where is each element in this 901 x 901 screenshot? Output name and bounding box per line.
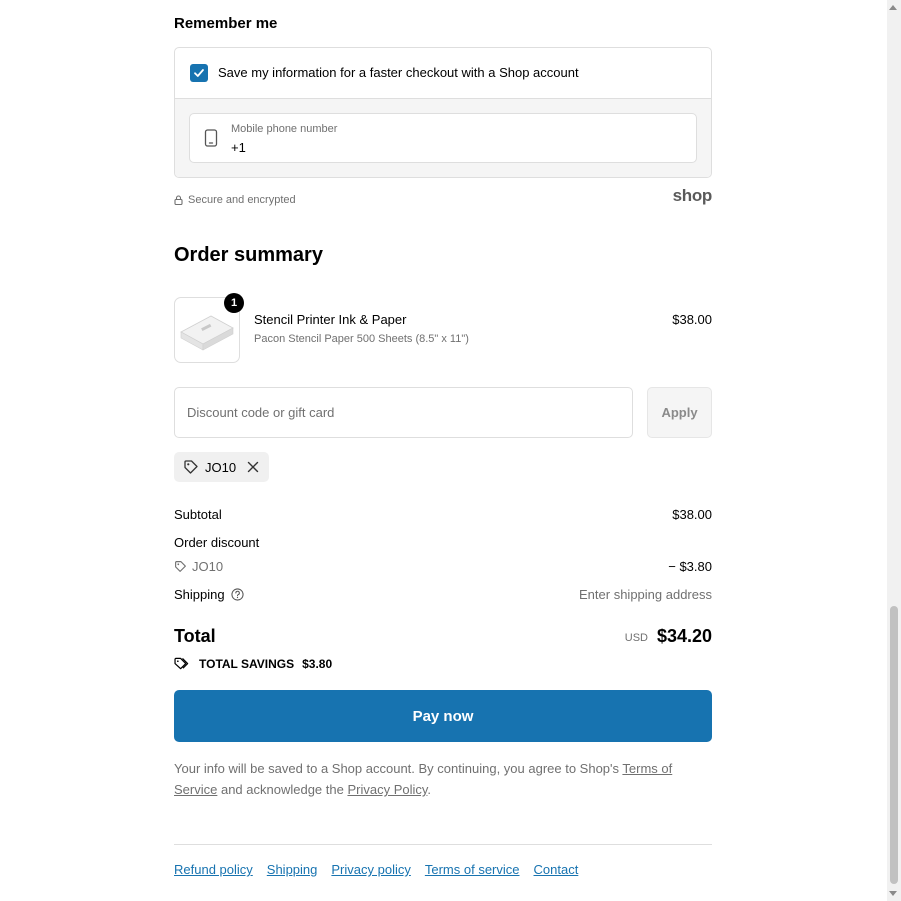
footer-links: Refund policy Shipping Privacy policy Te…: [174, 862, 578, 877]
mobile-phone-input[interactable]: +1: [231, 140, 246, 155]
shop-logo: shop: [672, 186, 713, 205]
legal-middle: and acknowledge the: [217, 782, 348, 797]
scroll-down-arrow-icon[interactable]: [889, 891, 897, 896]
save-info-label: Save my information for a faster checkou…: [218, 65, 579, 80]
contact-link[interactable]: Contact: [534, 862, 579, 877]
lock-icon: [174, 195, 183, 205]
remember-me-heading: Remember me: [174, 15, 278, 32]
product-variant: Pacon Stencil Paper 500 Sheets (8.5" x 1…: [254, 333, 469, 345]
shipping-label: Shipping: [174, 587, 225, 602]
total-savings: TOTAL SAVINGS $3.80: [174, 657, 332, 671]
total-amount: $34.20: [656, 626, 712, 646]
legal-suffix: .: [427, 782, 432, 797]
close-icon[interactable]: [247, 461, 259, 473]
footer-divider: [174, 844, 712, 845]
tag-icon: [184, 460, 198, 474]
mobile-phone-label: Mobile phone number: [231, 123, 338, 135]
tag-icon: [175, 561, 186, 572]
pay-now-button[interactable]: Pay now: [174, 690, 712, 742]
total-label: Total: [174, 626, 216, 646]
shipping-value: Enter shipping address: [579, 587, 712, 602]
currency-code: USD: [624, 632, 648, 644]
save-info-checkbox[interactable]: [190, 64, 208, 82]
order-discount-label: Order discount: [174, 535, 260, 550]
shipping-policy-link[interactable]: Shipping: [267, 862, 318, 877]
phone-icon: [204, 129, 218, 147]
refund-policy-link[interactable]: Refund policy: [174, 862, 253, 877]
applied-code-text: JO10: [205, 459, 237, 475]
mobile-phone-field[interactable]: Mobile phone number +1: [189, 113, 697, 163]
subtotal-value: $38.00: [672, 507, 712, 522]
discount-amount: − $3.80: [668, 559, 712, 574]
checkmark-icon: [194, 69, 204, 77]
scroll-up-arrow-icon[interactable]: [889, 5, 897, 10]
shipping-row-label: Shipping: [174, 587, 244, 602]
page-scrollbar[interactable]: [887, 0, 901, 901]
terms-of-service-link[interactable]: Terms of service: [425, 862, 520, 877]
total-savings-label: TOTAL SAVINGS: [199, 657, 295, 671]
discount-code-line: JO10: [174, 559, 223, 574]
legal-prefix: Your info will be saved to a Shop accoun…: [174, 761, 623, 776]
savings-tag-icon: [174, 657, 189, 670]
checkout-page: Remember me Save my information for a fa…: [0, 0, 901, 901]
applied-discount-chip: JO10: [174, 452, 269, 482]
privacy-policy-link[interactable]: Privacy Policy: [347, 782, 427, 797]
discount-placeholder: Discount code or gift card: [187, 405, 335, 420]
help-icon[interactable]: [231, 588, 244, 601]
order-summary-heading: Order summary: [174, 244, 323, 266]
secure-notice: Secure and encrypted: [174, 194, 296, 206]
phone-section: Mobile phone number +1: [175, 99, 711, 177]
total-savings-value: $3.80: [302, 657, 333, 671]
secure-text: Secure and encrypted: [188, 194, 296, 206]
quantity-badge: 1: [224, 293, 244, 313]
discount-code-input[interactable]: Discount code or gift card: [174, 387, 633, 438]
product-price: $38.00: [672, 312, 712, 327]
legal-notice: Your info will be saved to a Shop accoun…: [174, 758, 712, 800]
remember-me-panel: Save my information for a faster checkou…: [174, 47, 712, 178]
discount-code-text: JO10: [192, 559, 224, 574]
save-info-row[interactable]: Save my information for a faster checkou…: [175, 48, 711, 99]
apply-discount-button[interactable]: Apply: [647, 387, 712, 438]
privacy-policy-footer-link[interactable]: Privacy policy: [331, 862, 410, 877]
subtotal-label: Subtotal: [174, 507, 222, 522]
scrollbar-thumb[interactable]: [890, 606, 898, 884]
product-name: Stencil Printer Ink & Paper: [254, 312, 407, 327]
